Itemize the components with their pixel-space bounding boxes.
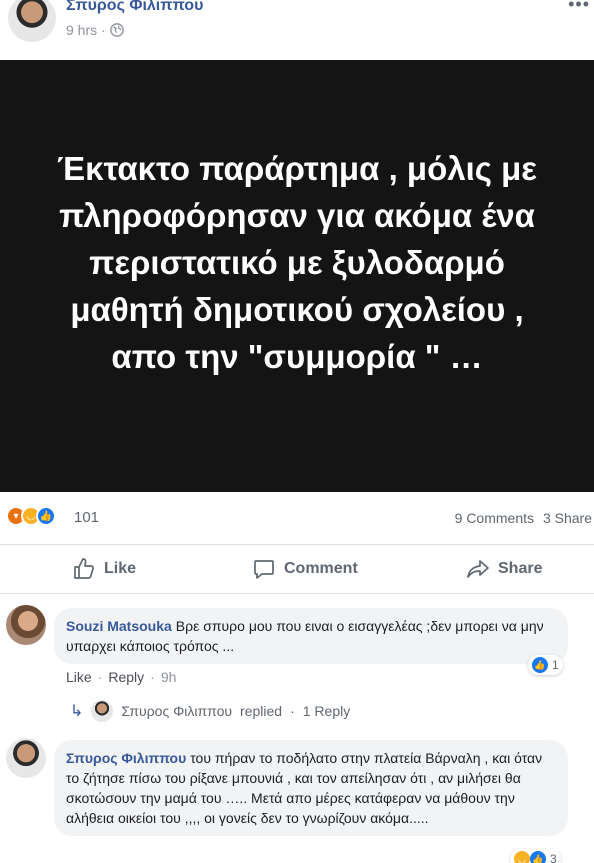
comment-icon — [254, 560, 274, 579]
separator: · — [290, 703, 295, 719]
like-button[interactable]: Like — [72, 557, 136, 581]
author-avatar[interactable] — [8, 0, 56, 42]
comment-label: Comment — [284, 560, 358, 577]
sad-icon: ◡ — [514, 851, 530, 863]
comment-bubble: Σπυρος Φιλιππου του πήραν το ποδήλατο στη… — [54, 740, 568, 836]
post-header: Σπυρος Φιλιππου 9 hrs · ••• — [0, 0, 594, 58]
comment-reaction-badge[interactable]: ◡ 👍 3 — [510, 849, 561, 863]
image-text-line: Έκτακτο παράρτημα , μόλις με — [57, 149, 537, 187]
separator: · — [150, 669, 155, 685]
comment-reply-link[interactable]: Reply — [108, 669, 144, 685]
thumbs-up-icon — [74, 558, 94, 579]
commenter-avatar[interactable] — [6, 738, 46, 778]
image-text-line: πληροφόρησαν για ακόμα ένα — [59, 196, 535, 234]
meta-separator: · — [101, 22, 106, 38]
image-text-line: μαθητή δημοτικού σχολείου , — [70, 290, 524, 328]
like-icon: 👍 — [530, 851, 546, 863]
comments-count[interactable]: 9 Comments — [455, 510, 534, 526]
reaction-icons[interactable]: ▾ ◡ 👍 — [6, 506, 56, 526]
reply-arrow-icon: ↳ — [70, 703, 84, 720]
like-label: Like — [104, 560, 137, 577]
action-bar: Like Comment Share — [0, 544, 594, 594]
comment-actions: Like · Reply · 9h — [66, 669, 176, 685]
share-button[interactable]: Share — [466, 557, 542, 581]
post-meta: 9 hrs · — [66, 22, 124, 38]
image-text-line: περιστατικό με ξυλοδαρμό — [89, 243, 505, 281]
commenter-avatar[interactable] — [6, 605, 46, 645]
post-image[interactable]: Έκτακτο παράρτημα , μόλις με πληροφόρησα… — [0, 60, 594, 492]
comment-reaction-badge[interactable]: 👍 1 — [528, 655, 563, 675]
globe-icon[interactable] — [109, 23, 124, 37]
post-author-name[interactable]: Σπυρος Φιλιππου — [66, 0, 203, 15]
comment-bubble: Souzi Matsouka Βρε σπυρο μου που ειναι ο … — [54, 608, 568, 664]
image-text-line: απο την "συμμορία " … — [111, 337, 483, 375]
reply-author: Σπυρος Φιλιππου — [121, 703, 233, 719]
shares-count[interactable]: 3 Share — [543, 510, 592, 526]
reply-count: 1 Reply — [302, 703, 351, 719]
comment-author[interactable]: Σπυρος Φιλιππου — [66, 750, 186, 766]
reply-avatar — [91, 700, 114, 722]
more-options-icon[interactable]: ••• — [568, 0, 590, 15]
like-icon: 👍 — [532, 657, 548, 673]
share-arrow-icon — [467, 560, 489, 578]
post-image-text: Έκτακτο παράρτημα , μόλις με πληροφόρησα… — [17, 145, 577, 380]
like-icon: 👍 — [36, 506, 56, 526]
share-label: Share — [498, 560, 543, 577]
view-replies-link[interactable]: ↳ Σπυρος Φιλιππου replied · 1 Reply — [70, 700, 350, 722]
comment-reaction-count: 1 — [552, 658, 559, 672]
comment-button[interactable]: Comment — [252, 557, 358, 581]
reaction-count[interactable]: 101 — [74, 509, 99, 526]
comment-reaction-count: 3 — [550, 852, 557, 863]
comment-like-link[interactable]: Like — [66, 669, 92, 685]
comment-author[interactable]: Souzi Matsouka — [66, 618, 172, 634]
post-time[interactable]: 9 hrs — [66, 22, 97, 38]
reply-verb: replied — [240, 703, 283, 719]
separator: · — [97, 669, 103, 685]
comment-time[interactable]: 9h — [161, 669, 177, 685]
reactions-bar: ▾ ◡ 👍 101 9 Comments 3 Share — [0, 500, 594, 536]
